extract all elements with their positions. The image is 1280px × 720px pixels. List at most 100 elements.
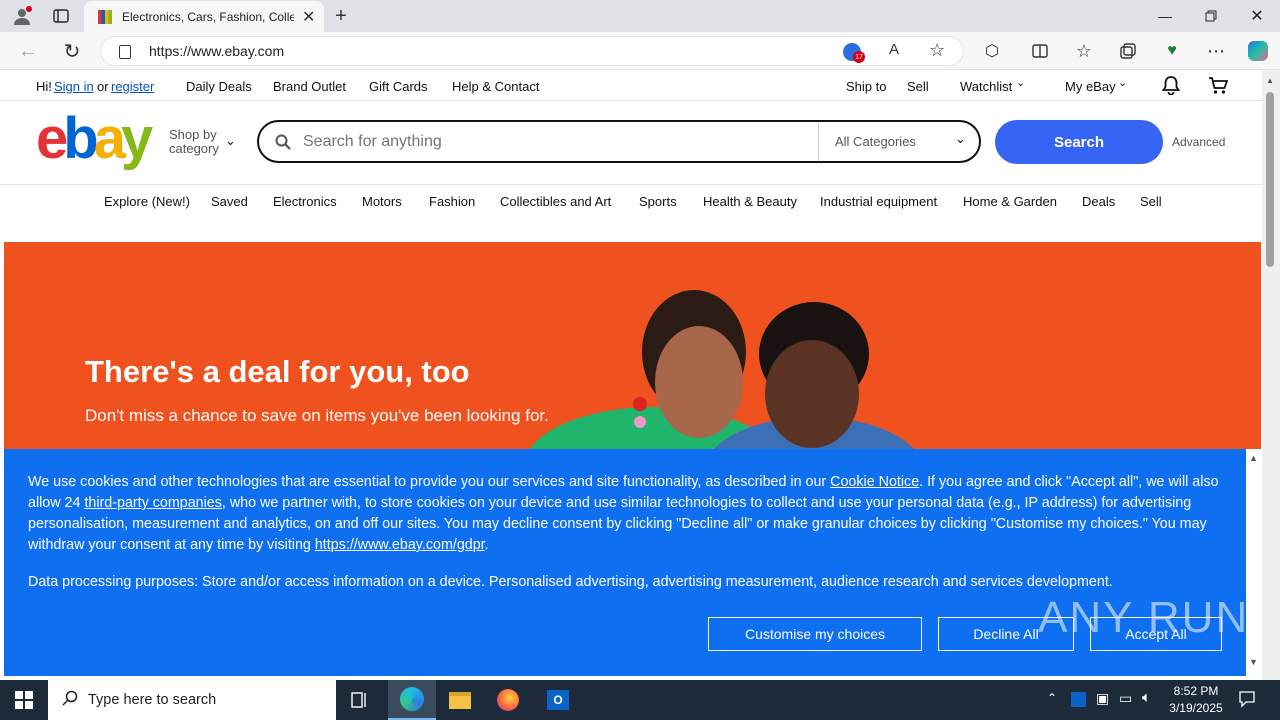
category-nav-item[interactable]: Fashion xyxy=(429,194,475,209)
category-nav-item[interactable]: Explore (New!) xyxy=(104,194,190,209)
ship-to-link[interactable]: Ship to xyxy=(846,79,886,94)
hero-banner[interactable]: There's a deal for you, too Don't miss a… xyxy=(4,242,1261,452)
scrollbar-thumb[interactable] xyxy=(1266,92,1274,267)
my-ebay-link[interactable]: My eBay xyxy=(1065,79,1116,94)
volume-icon[interactable]: 🔈︎ xyxy=(1142,689,1151,706)
refresh-icon[interactable]: ↻ xyxy=(58,38,86,64)
my-ebay-chevron-down-icon[interactable]: ⌄ xyxy=(1118,76,1127,89)
shop-by-chevron-down-icon[interactable]: ⌄ xyxy=(225,133,236,149)
notification-bell-icon[interactable] xyxy=(1161,76,1181,98)
search-box: All Categories ⌄ xyxy=(257,120,981,163)
edge-taskbar-icon[interactable] xyxy=(388,680,436,720)
category-select-value: All Categories xyxy=(835,134,916,149)
category-nav-item[interactable]: Sell xyxy=(1140,194,1162,209)
category-nav-item[interactable]: Sports xyxy=(639,194,677,209)
favorite-star-icon[interactable]: ☆ xyxy=(929,40,945,61)
category-nav-item[interactable]: Home & Garden xyxy=(963,194,1057,209)
cookie-scroll-up-icon[interactable]: ▲ xyxy=(1249,453,1258,463)
ebay-favicon-icon xyxy=(98,9,112,24)
split-screen-icon[interactable] xyxy=(1026,38,1054,64)
scroll-up-arrow-icon[interactable]: ▲ xyxy=(1266,76,1274,85)
cookie-description: We use cookies and other technologies th… xyxy=(28,472,1228,556)
category-select[interactable]: All Categories ⌄ xyxy=(818,122,979,161)
customise-choices-button[interactable]: Customise my choices xyxy=(708,617,922,651)
lock-icon xyxy=(119,45,131,59)
outlook-tray-icon[interactable] xyxy=(1071,692,1086,707)
notification-center-icon[interactable] xyxy=(1238,690,1256,713)
daily-deals-link[interactable]: Daily Deals xyxy=(186,79,252,94)
category-nav-item[interactable]: Saved xyxy=(211,194,248,209)
firefox-icon[interactable] xyxy=(484,680,532,720)
page-scrollbar[interactable]: ▲ xyxy=(1262,70,1280,680)
search-button[interactable]: Search xyxy=(995,120,1163,164)
tab-actions-icon[interactable] xyxy=(48,4,74,28)
profile-icon[interactable] xyxy=(8,4,36,28)
device-tray-icon[interactable]: ▣ xyxy=(1096,690,1109,707)
advanced-search-link[interactable]: Advanced xyxy=(1172,135,1225,149)
category-nav-item[interactable]: Collectibles and Art xyxy=(500,194,611,209)
category-label: category xyxy=(169,141,219,156)
cookie-scrollbar[interactable]: ▲ ▼ xyxy=(1246,449,1262,676)
category-nav-item[interactable]: Deals xyxy=(1082,194,1115,209)
gdpr-link[interactable]: https://www.ebay.com/gdpr xyxy=(315,537,485,553)
or-text: or xyxy=(97,79,109,94)
sell-link[interactable]: Sell xyxy=(907,79,929,94)
help-contact-link[interactable]: Help & Contact xyxy=(452,79,539,94)
third-party-companies-link[interactable]: third-party companies xyxy=(84,495,221,511)
register-link[interactable]: register xyxy=(111,79,154,94)
file-explorer-icon[interactable] xyxy=(436,680,484,720)
taskbar-search-placeholder: Type here to search xyxy=(88,692,217,708)
cookie-scroll-down-icon[interactable]: ▼ xyxy=(1249,657,1258,667)
gift-cards-link[interactable]: Gift Cards xyxy=(369,79,428,94)
greeting: Hi! xyxy=(36,79,52,94)
shop-by-category[interactable]: Shop by category xyxy=(169,128,219,156)
shop-by-label: Shop by xyxy=(169,127,217,142)
brand-outlet-link[interactable]: Brand Outlet xyxy=(273,79,346,94)
cookie-notice-link[interactable]: Cookie Notice xyxy=(830,474,919,490)
watchlist-chevron-down-icon[interactable]: ⌄ xyxy=(1016,76,1025,89)
category-nav-item[interactable]: Electronics xyxy=(273,194,337,209)
active-tab[interactable]: Electronics, Cars, Fashion, Collect ✕ xyxy=(84,1,324,32)
minimize-icon[interactable]: — xyxy=(1142,0,1188,32)
show-hidden-icons-chevron-icon[interactable]: ⌃ xyxy=(1047,691,1057,705)
hero-subtitle: Don't miss a chance to save on items you… xyxy=(85,406,549,425)
sign-in-link[interactable]: Sign in xyxy=(54,79,94,94)
outlook-icon[interactable]: O xyxy=(534,680,582,720)
favorites-icon[interactable]: ☆ xyxy=(1070,38,1098,64)
ebay-logo[interactable]: ebay xyxy=(36,107,153,171)
close-window-icon[interactable]: ✕ xyxy=(1234,0,1280,32)
browser-essentials-icon[interactable]: ♥ xyxy=(1158,38,1186,64)
hero-image-people xyxy=(494,282,917,452)
watchlist-link[interactable]: Watchlist xyxy=(960,79,1012,94)
close-tab-icon[interactable]: ✕ xyxy=(302,7,315,27)
cart-icon[interactable] xyxy=(1208,76,1229,98)
new-tab-icon[interactable]: + xyxy=(328,4,354,28)
collections-icon[interactable] xyxy=(1114,38,1142,64)
browser-toolbar: ← ↻ https://www.ebay.com 17 A ☆ ⬡ ☆ ♥ ⋯ xyxy=(0,32,1280,70)
read-aloud-icon[interactable]: A xyxy=(889,41,899,58)
windows-taskbar: Type here to search O ⌃ ▣ ▭ 🔈︎ 8:52 PM 3… xyxy=(0,680,1280,720)
cookie-text-4: . xyxy=(484,537,489,553)
category-nav-item[interactable]: Motors xyxy=(362,194,402,209)
back-icon[interactable]: ← xyxy=(14,38,42,64)
settings-more-icon[interactable]: ⋯ xyxy=(1202,38,1230,64)
network-icon[interactable]: ▭ xyxy=(1119,690,1132,707)
category-nav-item[interactable]: Industrial equipment xyxy=(820,194,937,209)
taskbar-search-icon xyxy=(62,690,78,711)
clock[interactable]: 8:52 PM 3/19/2025 xyxy=(1166,683,1226,717)
browser-tab-bar: Electronics, Cars, Fashion, Collect ✕ + … xyxy=(0,0,1280,32)
clock-time: 8:52 PM xyxy=(1173,684,1219,698)
anyrun-watermark: ANY RUN xyxy=(1038,593,1250,642)
extensions-icon[interactable]: ⬡ xyxy=(978,38,1006,64)
category-nav-item[interactable]: Health & Beauty xyxy=(703,194,797,209)
address-bar[interactable]: https://www.ebay.com 17 A ☆ xyxy=(100,36,964,66)
taskbar-search-box[interactable]: Type here to search xyxy=(48,680,336,720)
cookie-consent-banner: We use cookies and other technologies th… xyxy=(4,449,1250,676)
search-input[interactable] xyxy=(303,130,813,154)
copilot-icon[interactable] xyxy=(1244,38,1272,64)
hero-title: There's a deal for you, too xyxy=(85,354,470,389)
restore-icon[interactable] xyxy=(1188,0,1234,32)
start-button[interactable] xyxy=(0,680,48,720)
cookie-text-1: We use cookies and other technologies th… xyxy=(28,474,831,490)
task-view-icon[interactable] xyxy=(336,680,384,720)
